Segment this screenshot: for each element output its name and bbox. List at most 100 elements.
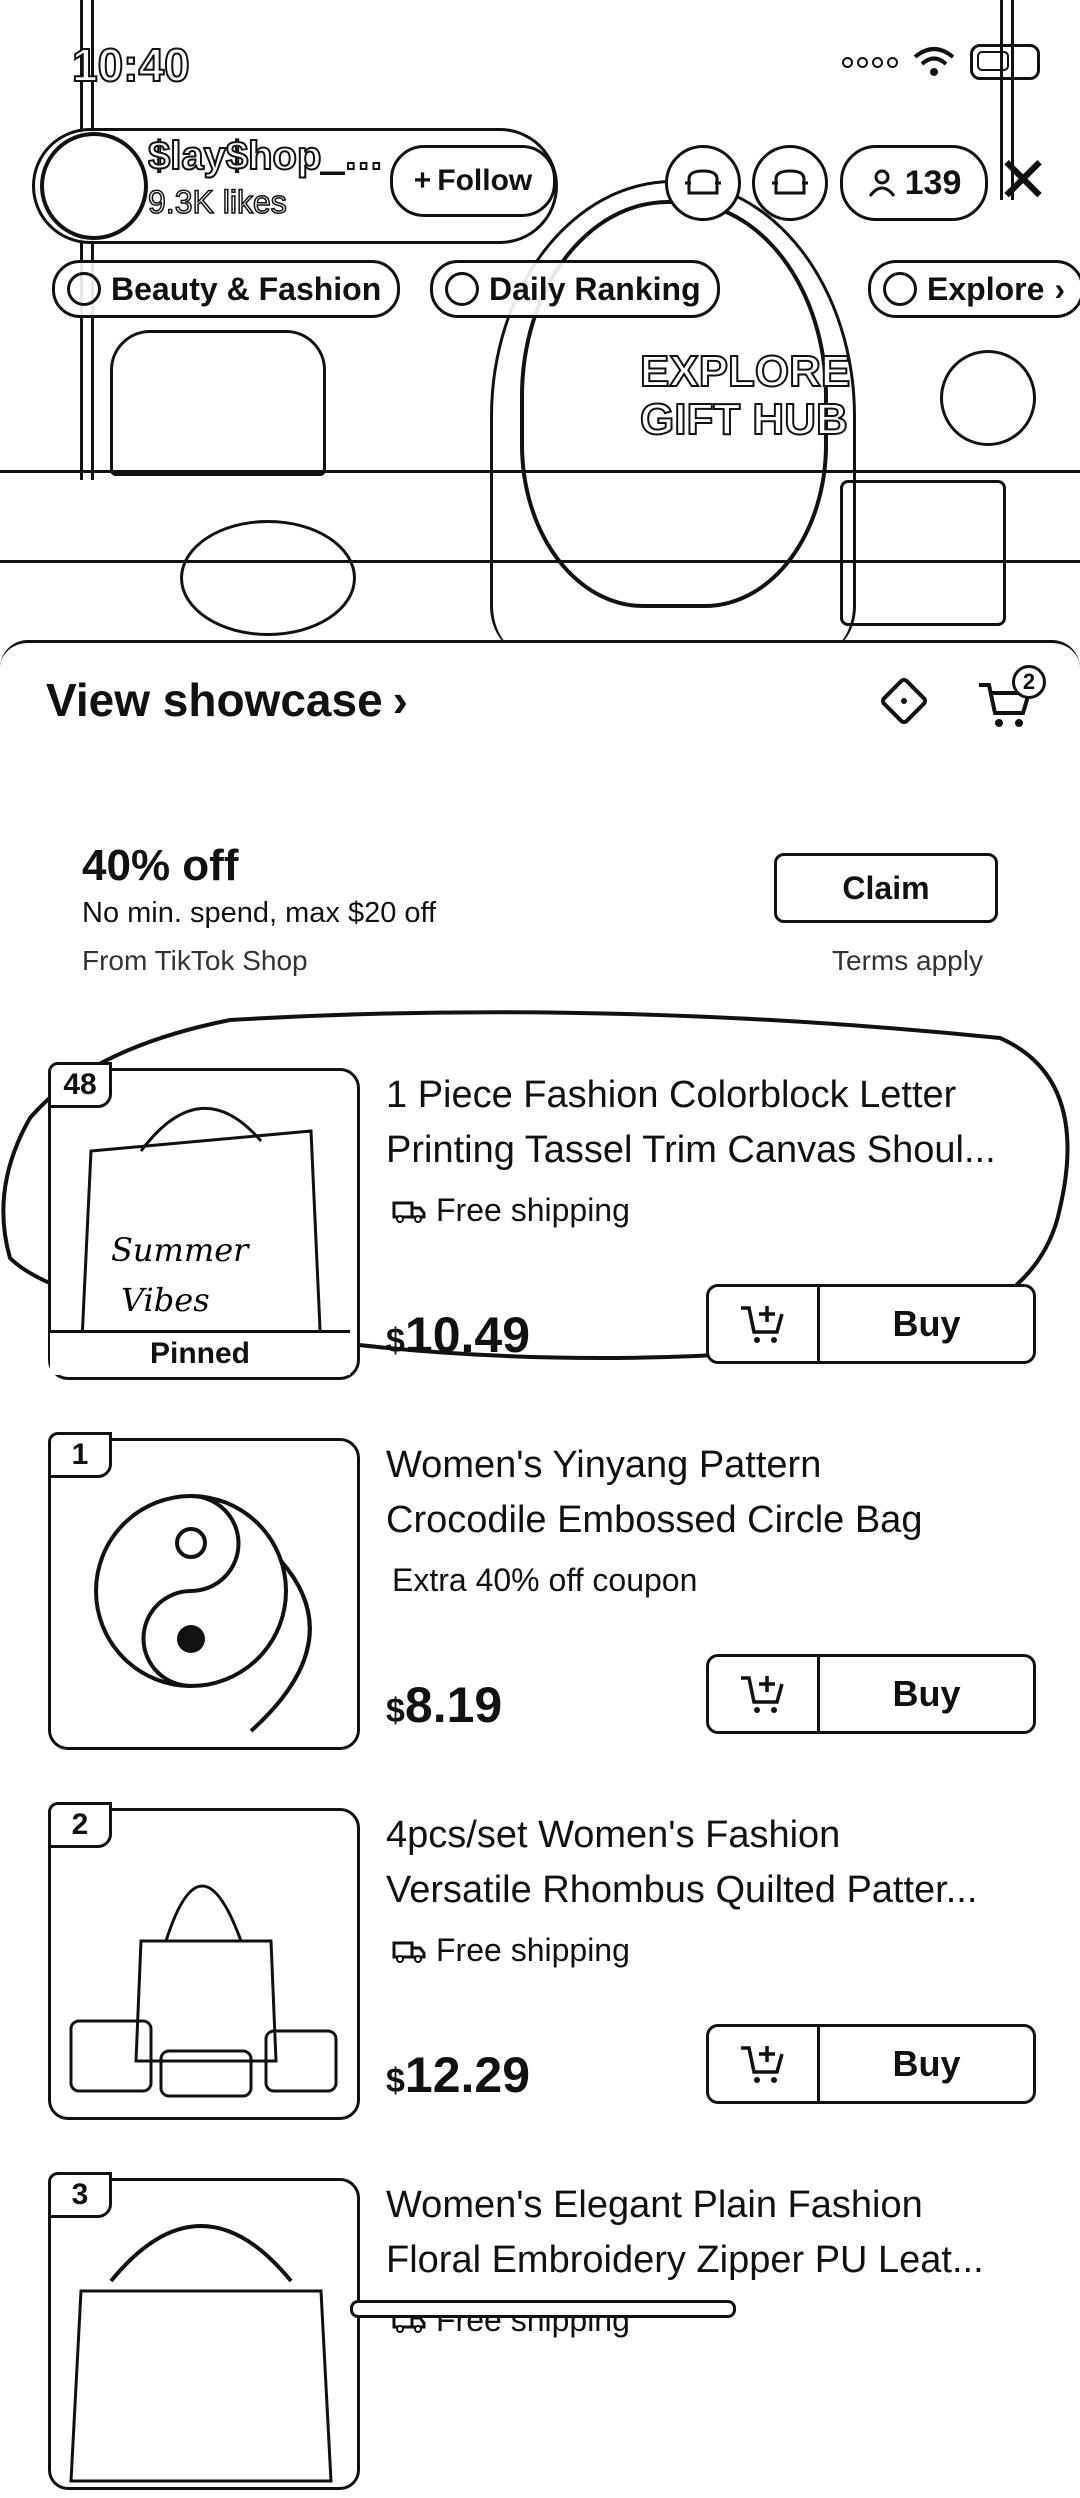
- close-icon[interactable]: ✕: [995, 148, 1051, 212]
- add-to-cart-button[interactable]: [709, 1287, 820, 1361]
- view-showcase-link[interactable]: View showcase ›: [46, 673, 408, 727]
- product-title[interactable]: Women's Elegant Plain Fashion Floral Emb…: [386, 2178, 1046, 2288]
- add-to-cart-icon: [741, 1306, 784, 1343]
- currency-symbol: $: [386, 1322, 405, 1360]
- host-avatar[interactable]: [40, 132, 148, 240]
- topic-beauty-fashion[interactable]: Beauty & Fashion: [52, 260, 401, 318]
- shipping-info: Free shipping: [392, 1932, 630, 1969]
- status-icons: [842, 44, 1040, 80]
- purchase-controls: Buy: [706, 1284, 1036, 1364]
- viewer-count-button[interactable]: 139: [840, 145, 988, 221]
- product-title-line: Women's Yinyang Pattern: [386, 1444, 822, 1486]
- bag-set-image: [69, 1884, 338, 2098]
- live-video[interactable]: 10:40 $lay$hop_U... 9.3K likes + Follow …: [0, 0, 1080, 650]
- coupon-description: No min. spend, max $20 off: [82, 897, 437, 929]
- rank-badge: 3: [48, 2172, 112, 2218]
- tote-print-text: Summer: [111, 1231, 250, 1269]
- product-price: $12.29: [386, 2046, 530, 2104]
- status-time: 10:40: [71, 38, 191, 92]
- buy-button[interactable]: Buy: [820, 1287, 1033, 1361]
- product-thumbnail[interactable]: [48, 2178, 360, 2490]
- currency-symbol: $: [386, 1692, 405, 1730]
- topic-label: Beauty & Fashion: [111, 270, 382, 307]
- topic-explore[interactable]: Explore ›: [868, 260, 1080, 318]
- person-icon: [868, 169, 895, 197]
- chevron-right-icon: ›: [392, 674, 408, 726]
- currency-symbol: $: [386, 2062, 405, 2100]
- shipping-label: Free shipping: [436, 1932, 630, 1968]
- bag-shape: [180, 520, 356, 636]
- shipping-info: Free shipping: [392, 1192, 630, 1229]
- follow-button[interactable]: + Follow: [390, 145, 556, 217]
- product-title-line: Versatile Rhombus Quilted Patter...: [386, 1869, 978, 1911]
- sofa-icon: [772, 169, 808, 195]
- product-price: $8.19: [386, 1676, 502, 1734]
- top-viewer-avatar-1[interactable]: [665, 145, 741, 221]
- globe-icon: [67, 272, 101, 306]
- topic-daily-ranking[interactable]: Daily Ranking: [430, 260, 720, 318]
- showcase-sheet: View showcase › 2 40% off No min. spend, …: [0, 640, 1080, 2490]
- product-title-line: Women's Elegant Plain Fashion: [386, 2184, 923, 2226]
- price-value: 12.29: [404, 2047, 531, 2103]
- banner-line: EXPLORE: [639, 347, 851, 397]
- top-viewer-avatar-2[interactable]: [752, 145, 828, 221]
- product-title-line: Printing Tassel Trim Canvas Shoul...: [386, 1129, 996, 1171]
- product-card[interactable]: Summer Vibes 48 Pinned 1 Piece Fashion C…: [0, 1062, 1080, 1388]
- terms-link[interactable]: Terms apply: [832, 945, 983, 977]
- product-title-line: Crocodile Embossed Circle Bag: [386, 1499, 923, 1541]
- product-title-line: 4pcs/set Women's Fashion: [386, 1814, 841, 1856]
- handbag-image: [69, 2224, 333, 2483]
- trophy-icon: [445, 272, 479, 306]
- plus-icon: +: [413, 164, 432, 197]
- purchase-controls: Buy: [706, 1654, 1036, 1734]
- yinyang-bag-image: [94, 1494, 312, 1733]
- add-to-cart-button[interactable]: [709, 1657, 820, 1731]
- chevron-right-icon: ›: [1054, 270, 1066, 307]
- home-indicator[interactable]: [350, 2300, 736, 2318]
- banner-line: GIFT HUB: [639, 395, 849, 445]
- host-likes: 9.3K likes: [147, 183, 287, 221]
- buy-button[interactable]: Buy: [820, 1657, 1033, 1731]
- viewer-count: 139: [904, 163, 962, 202]
- product-title[interactable]: 4pcs/set Women's Fashion Versatile Rhomb…: [386, 1808, 1046, 1918]
- add-to-cart-button[interactable]: [709, 2027, 820, 2101]
- price-value: 10.49: [404, 1307, 531, 1363]
- rank-badge: 48: [48, 1062, 112, 1108]
- product-card[interactable]: 3 Women's Elegant Plain Fashion Floral E…: [0, 2172, 1080, 2498]
- coupon-source: From TikTok Shop: [82, 945, 308, 976]
- product-card[interactable]: 2 4pcs/set Women's Fashion Versatile Rho…: [0, 1802, 1080, 2128]
- cart-count-badge: 2: [1012, 665, 1046, 699]
- tote-print-text: Vibes: [121, 1281, 210, 1319]
- bag-shape: [110, 330, 326, 476]
- rank-badge: 2: [48, 1802, 112, 1848]
- product-card[interactable]: 1 Women's Yinyang Pattern Crocodile Embo…: [0, 1432, 1080, 1758]
- buy-button[interactable]: Buy: [820, 2027, 1033, 2101]
- product-title-line: Floral Embroidery Zipper PU Leat...: [386, 2239, 984, 2281]
- host-name[interactable]: $lay$hop_U...: [148, 134, 388, 179]
- truck-icon: [392, 1941, 426, 1963]
- add-to-cart-icon: [741, 2046, 784, 2083]
- price-value: 8.19: [404, 1677, 503, 1733]
- product-thumbnail[interactable]: [48, 1808, 360, 2120]
- bag-shape: [840, 480, 1006, 626]
- purchase-controls: Buy: [706, 2024, 1036, 2104]
- battery-icon: [970, 44, 1040, 80]
- explore-gift-hub-banner[interactable]: EXPLORE GIFT HUB: [639, 347, 851, 445]
- sheet-title: View showcase: [46, 674, 383, 726]
- coupon-tag-icon[interactable]: [876, 673, 932, 729]
- follow-label: Follow: [437, 164, 533, 197]
- compass-icon: [883, 272, 917, 306]
- truck-icon: [392, 1201, 426, 1223]
- product-thumbnail[interactable]: [48, 1438, 360, 1750]
- claim-button[interactable]: Claim: [774, 853, 998, 923]
- coupon-label: Extra 40% off coupon: [392, 1562, 698, 1598]
- gift-sticker[interactable]: [940, 350, 1036, 446]
- product-title-line: 1 Piece Fashion Colorblock Letter: [386, 1074, 957, 1116]
- topic-label: Daily Ranking: [489, 270, 701, 307]
- product-title[interactable]: Women's Yinyang Pattern Crocodile Emboss…: [386, 1438, 1046, 1548]
- coupon-info: Extra 40% off coupon: [392, 1562, 697, 1599]
- sofa-icon: [685, 169, 721, 195]
- wifi-icon: [913, 47, 955, 76]
- product-title[interactable]: 1 Piece Fashion Colorblock Letter Printi…: [386, 1068, 1046, 1178]
- topic-label: Explore: [927, 270, 1045, 307]
